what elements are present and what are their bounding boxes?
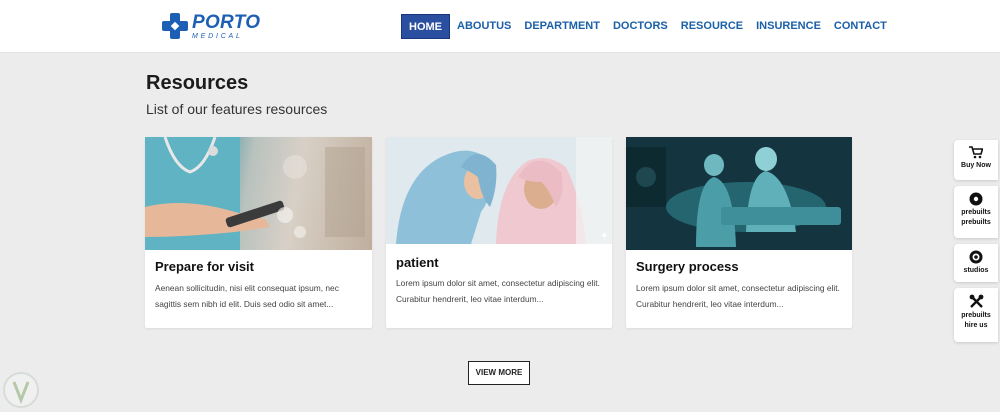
buy-now-button[interactable]: Buy Now	[954, 140, 998, 180]
card-text: Lorem ipsum dolor sit amet, consectetur …	[396, 278, 600, 304]
section-subtitle: List of our features resources	[146, 101, 328, 117]
nav-home[interactable]: HOME	[401, 14, 450, 39]
svg-text:✦: ✦	[600, 231, 608, 242]
side-label: Buy Now	[961, 162, 991, 169]
nav-aboutus[interactable]: ABOUTUS	[451, 14, 517, 39]
nav-insurence[interactable]: INSURENCE	[750, 14, 827, 39]
card-title[interactable]: Prepare for visit	[155, 259, 254, 274]
resource-card[interactable]: Surgery process Lorem ipsum dolor sit am…	[626, 137, 852, 328]
tools-icon	[969, 294, 983, 308]
nurse-with-tablet-photo	[145, 137, 372, 250]
side-label: prebuilts prebuilts	[961, 209, 991, 226]
brand-logo[interactable]: PORTO MEDICAL	[162, 11, 260, 41]
card-text: Lorem ipsum dolor sit amet, consectetur …	[636, 283, 840, 309]
site-header: PORTO MEDICAL HOME ABOUTUS DEPARTMENT DO…	[0, 0, 1000, 53]
surgeons-operating-photo	[626, 137, 852, 250]
medical-cross-icon	[162, 13, 188, 39]
nav-contact[interactable]: CONTACT	[828, 14, 893, 39]
view-more-button[interactable]: VIEW MORE	[468, 361, 530, 385]
resource-card[interactable]: ✦ patient Lorem ipsum dolor sit amet, co…	[386, 137, 612, 328]
side-label: prebuilts hire us	[961, 312, 991, 329]
nav-resource[interactable]: RESOURCE	[675, 14, 749, 39]
nurse-with-elderly-patient-photo: ✦	[386, 137, 612, 244]
section-title: Resources	[146, 72, 249, 94]
side-label: studios	[963, 267, 989, 274]
cart-icon	[969, 146, 983, 159]
nav-doctors[interactable]: DOCTORS	[607, 14, 674, 39]
shield-watermark-icon	[2, 370, 40, 410]
resource-card[interactable]: Prepare for visit Aenean sollicitudin, n…	[145, 137, 372, 328]
brand-name: PORTO	[192, 11, 261, 33]
card-title[interactable]: patient	[396, 255, 439, 270]
hire-us-button[interactable]: prebuilts hire us	[954, 288, 998, 342]
studio-icon	[969, 250, 983, 264]
nav-department[interactable]: DEPARTMENT	[518, 14, 606, 39]
main-nav: HOME ABOUTUS DEPARTMENT DOCTORS RESOURCE…	[401, 14, 894, 39]
studios-button[interactable]: studios	[954, 244, 998, 282]
card-title[interactable]: Surgery process	[636, 259, 739, 274]
brand-tagline: MEDICAL	[192, 32, 243, 40]
card-text: Aenean sollicitudin, nisi elit consequat…	[155, 283, 339, 309]
disc-icon	[969, 192, 983, 206]
prebuilts-button[interactable]: prebuilts prebuilts	[954, 186, 998, 238]
